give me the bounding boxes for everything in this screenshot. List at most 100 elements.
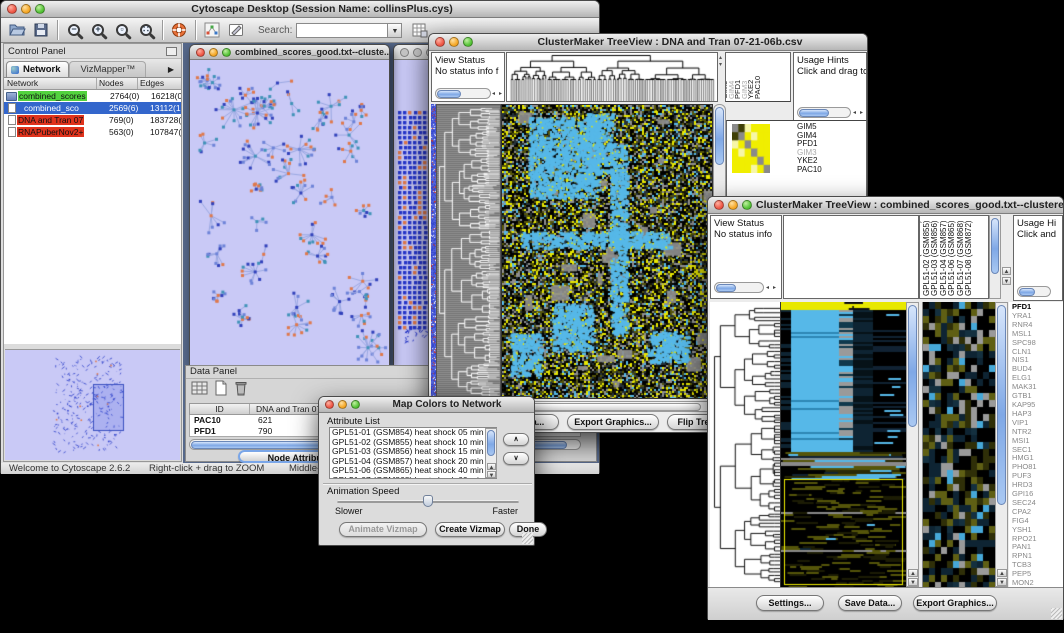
minimize-icon[interactable]	[728, 200, 738, 210]
window-controls[interactable]	[429, 37, 473, 47]
create-vizmap-button[interactable]: Create Vizmap	[435, 522, 505, 537]
scrollbar-thumb[interactable]	[437, 90, 461, 98]
close-icon[interactable]	[7, 4, 17, 14]
annotation-icon[interactable]	[224, 19, 248, 41]
tab-network[interactable]: Network	[6, 61, 69, 77]
splitter-arrow-icon[interactable]: ▴▾	[719, 54, 722, 68]
attribute-grid-icon[interactable]	[191, 380, 209, 401]
open-icon[interactable]	[5, 19, 29, 41]
export-graphics-button[interactable]: Export Graphics...	[913, 595, 997, 611]
zoom-window-icon[interactable]	[222, 48, 231, 57]
scroll-right-icon[interactable]: ▸	[860, 109, 863, 116]
zoom-window-icon[interactable]	[742, 200, 752, 210]
save-icon[interactable]	[29, 19, 53, 41]
new-attribute-icon[interactable]	[213, 380, 229, 401]
window-controls[interactable]	[1, 4, 45, 14]
main-titlebar[interactable]: Cytoscape Desktop (Session Name: collins…	[1, 1, 599, 18]
search-input[interactable]	[296, 23, 388, 38]
minimize-icon[interactable]	[209, 48, 218, 57]
column-header-network[interactable]: Network	[4, 78, 97, 89]
close-icon[interactable]	[400, 48, 409, 57]
tv2-status-scrollbar[interactable]	[714, 282, 764, 293]
minimize-icon[interactable]	[449, 37, 459, 47]
network-list-row[interactable]: combined_sco 2569(6) 13112(15)	[4, 102, 181, 114]
scroll-up-icon[interactable]: ▲	[487, 463, 496, 470]
tv1-hints-scrollbar[interactable]	[797, 107, 851, 118]
similarity-matrix-canvas[interactable]	[732, 124, 770, 173]
treeview1-titlebar[interactable]: ClusterMaker TreeView : DNA and Tran 07-…	[429, 34, 867, 51]
network-list-row[interactable]: RNAPuberNov2+ 563(0) 107847(0)	[4, 126, 181, 138]
animate-vizmap-button[interactable]: Animate Vizmap	[339, 522, 427, 537]
tv1-row-dendrogram[interactable]	[436, 104, 501, 399]
create-network-icon[interactable]	[200, 19, 224, 41]
delete-attribute-icon[interactable]	[233, 380, 249, 401]
column-header-nodes[interactable]: Nodes	[97, 78, 138, 89]
tv2-hints-scrollbar[interactable]	[1017, 286, 1051, 297]
scrollbar-thumb[interactable]	[991, 218, 999, 274]
settings-button[interactable]: Settings...	[756, 595, 824, 611]
zoom-window-icon[interactable]	[463, 37, 473, 47]
window-controls[interactable]	[190, 48, 231, 57]
zoom-window-icon[interactable]	[35, 4, 45, 14]
treeview2-titlebar[interactable]: ClusterMaker TreeView : combined_scores_…	[708, 197, 1063, 214]
attribute-listbox[interactable]: GPL51-01 (GSM854) heat shock 05 minGPL51…	[329, 427, 497, 479]
scroll-right-icon[interactable]: ▸	[773, 284, 776, 291]
network1-canvas[interactable]	[190, 60, 389, 365]
scrollbar-thumb[interactable]	[1019, 288, 1035, 296]
scrollbar-thumb[interactable]	[715, 107, 724, 165]
scroll-down-icon[interactable]: ▼	[997, 578, 1007, 586]
scrollbar-thumb[interactable]	[506, 403, 701, 411]
tv2-row-dendrogram[interactable]	[710, 302, 781, 587]
float-panel-icon[interactable]	[166, 47, 177, 56]
window-controls[interactable]	[319, 400, 360, 409]
gene-list-item[interactable]: MON2	[1012, 579, 1063, 587]
window-controls[interactable]	[708, 200, 752, 210]
network-list-row[interactable]: DNA and Tran 07 769(0) 183728(0)	[4, 114, 181, 126]
close-icon[interactable]	[196, 48, 205, 57]
network1-titlebar[interactable]: combined_scores_good.txt--cluste...	[190, 45, 389, 60]
speed-slider-thumb[interactable]	[423, 495, 433, 507]
zoom-fit-icon[interactable]: ∷	[134, 19, 158, 41]
minimize-icon[interactable]	[338, 400, 347, 409]
scroll-up-icon[interactable]: ▲	[1002, 267, 1011, 275]
zoom-out-icon[interactable]: −	[62, 19, 86, 41]
minimize-icon[interactable]	[21, 4, 31, 14]
scroll-down-icon[interactable]: ▼	[908, 578, 918, 586]
scroll-up-icon[interactable]: ▲	[908, 569, 918, 577]
tv2-heatmap[interactable]	[781, 302, 906, 587]
zoom-window-icon[interactable]	[351, 400, 360, 409]
scroll-up-icon[interactable]: ▲	[997, 569, 1007, 577]
dialog-titlebar[interactable]: Map Colors to Network	[319, 397, 534, 413]
export-graphics-button[interactable]: Export Graphics...	[567, 414, 659, 430]
network-list-row[interactable]: combined_scores 2764(0) 16218(0)	[4, 90, 181, 102]
move-up-button[interactable]: ∧	[503, 433, 529, 446]
scroll-left-icon[interactable]: ◂	[766, 284, 769, 291]
column-label[interactable]: GPL51-03 (GSM856)	[931, 220, 939, 296]
scrollbar-thumb[interactable]	[908, 305, 917, 427]
scrollbar-thumb[interactable]	[487, 430, 495, 456]
scroll-right-icon[interactable]: ▸	[499, 90, 502, 97]
column-dendrogram-canvas[interactable]	[507, 53, 717, 101]
scrollbar-thumb[interactable]	[799, 109, 829, 117]
column-label[interactable]: GPL51-06 (GSM865)	[948, 220, 956, 296]
gene-list-item[interactable]: PAC10	[797, 166, 822, 175]
column-header-edges[interactable]: Edges	[138, 78, 181, 89]
scrollbar-thumb[interactable]	[997, 305, 1006, 505]
minimize-icon[interactable]	[413, 48, 422, 57]
scroll-down-icon[interactable]: ▼	[1002, 277, 1011, 285]
attribute-option[interactable]: GPL51-07 (GSM868) heat shock 60 min	[330, 476, 496, 480]
zoom-in-icon[interactable]: +	[86, 19, 110, 41]
attribute-list-vscrollbar[interactable]: ▲ ▼	[485, 428, 497, 478]
resize-grip[interactable]	[522, 533, 533, 544]
tv1-hscrollbar[interactable]	[503, 401, 725, 412]
move-down-button[interactable]: ∨	[503, 452, 529, 465]
zoom-selected-icon[interactable]: ▫	[110, 19, 134, 41]
scroll-down-icon[interactable]: ▼	[487, 471, 496, 478]
search-dropdown-icon[interactable]: ▼	[388, 23, 402, 38]
tv2-heatmap-vscrollbar[interactable]: ▲ ▼	[906, 302, 919, 587]
tab-vizmapper[interactable]: VizMapper™	[69, 61, 146, 77]
id-column-header[interactable]: ID	[190, 404, 250, 414]
close-icon[interactable]	[325, 400, 334, 409]
column-label[interactable]: PAC10	[754, 76, 762, 99]
tv2-zoom-vscrollbar[interactable]: ▲ ▼	[995, 302, 1008, 587]
